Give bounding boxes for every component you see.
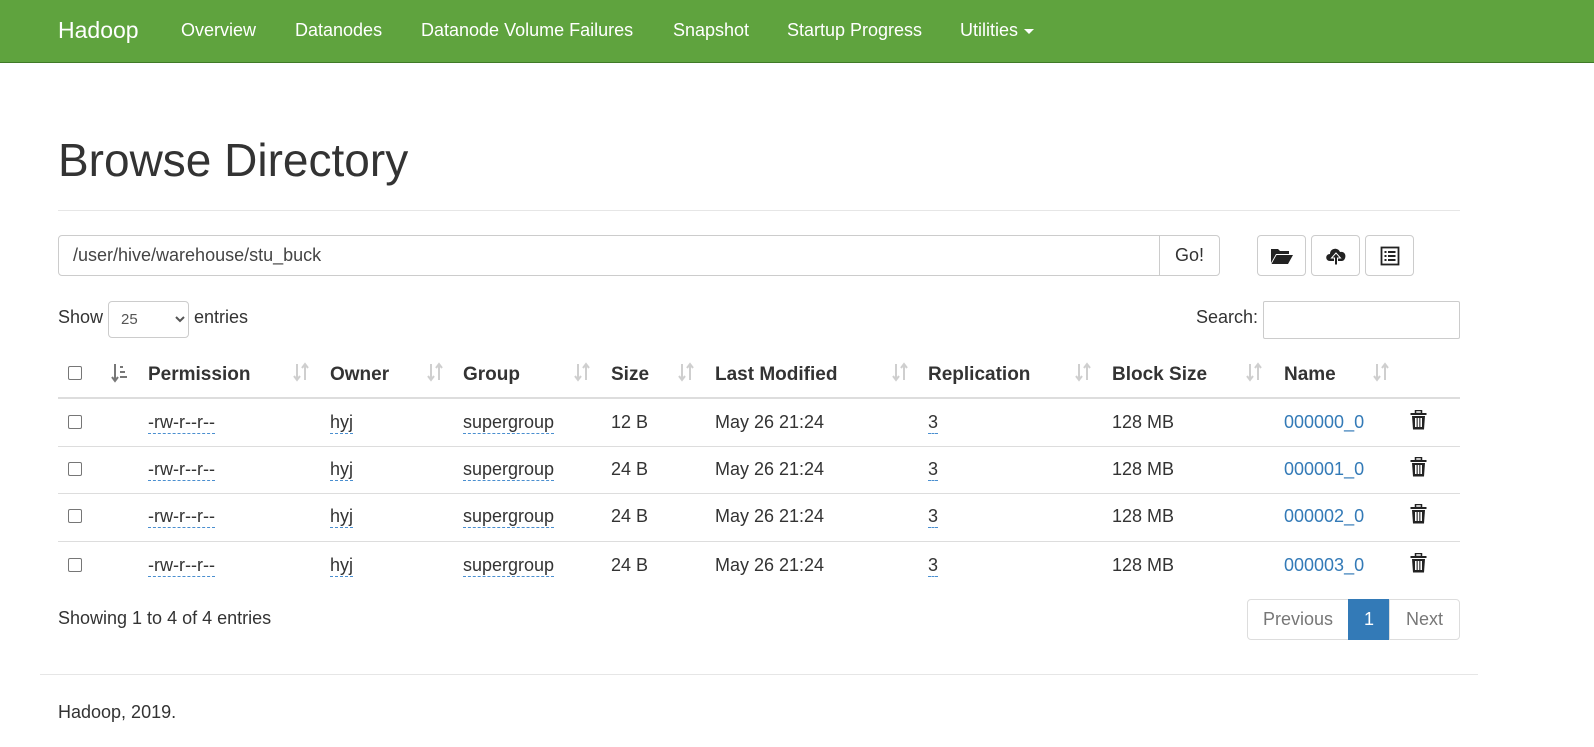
sort-both-icon[interactable] (678, 362, 694, 382)
search-input[interactable] (1263, 301, 1460, 339)
nav-utilities-dropdown[interactable]: Utilities (960, 20, 1035, 41)
cell-permission[interactable]: -rw-r--r-- (148, 412, 215, 434)
column-header-block-size[interactable]: Block Size (1112, 364, 1207, 386)
sort-both-icon[interactable] (427, 362, 443, 382)
cell-replication[interactable]: 3 (928, 506, 939, 528)
next-page-button[interactable]: Next (1389, 599, 1460, 640)
row-checkbox[interactable] (68, 558, 82, 572)
file-name-link[interactable]: 000003_0 (1284, 555, 1364, 576)
cell-replication[interactable]: 3 (928, 555, 939, 577)
trash-icon[interactable] (1410, 410, 1427, 430)
caret-down-icon (1024, 28, 1035, 34)
entries-per-page-select[interactable]: 25 (108, 301, 189, 338)
trash-icon[interactable] (1410, 457, 1427, 477)
cell-block-size: 128 MB (1112, 506, 1175, 526)
sort-both-icon[interactable] (293, 362, 309, 382)
previous-page-button[interactable]: Previous (1247, 599, 1349, 640)
cell-block-size: 128 MB (1112, 459, 1175, 479)
cell-permission[interactable]: -rw-r--r-- (148, 555, 215, 577)
row-divider (58, 541, 1460, 542)
trash-icon[interactable] (1410, 504, 1427, 524)
row-checkbox[interactable] (68, 509, 82, 523)
cell-owner[interactable]: hyj (330, 506, 354, 528)
directory-path-input[interactable] (58, 235, 1160, 276)
nav-utilities-label: Utilities (960, 20, 1019, 40)
file-name-link[interactable]: 000002_0 (1284, 506, 1364, 527)
cell-size: 12 B (611, 412, 649, 432)
footer-divider (40, 674, 1478, 675)
create-directory-button[interactable] (1257, 235, 1306, 276)
cell-last-modified: May 26 21:24 (715, 459, 825, 479)
cell-last-modified: May 26 21:24 (715, 506, 825, 526)
cell-permission[interactable]: -rw-r--r-- (148, 459, 215, 481)
folder-open-icon (1270, 248, 1293, 264)
table-header-divider (58, 397, 1460, 399)
sort-both-icon[interactable] (1373, 362, 1389, 382)
column-header-owner[interactable]: Owner (330, 364, 389, 386)
cell-group[interactable]: supergroup (463, 412, 555, 434)
select-all-checkbox[interactable] (68, 366, 82, 380)
entries-label: entries (194, 307, 249, 327)
nav-datanodes[interactable]: Datanodes (295, 20, 382, 41)
cell-owner[interactable]: hyj (330, 459, 354, 481)
column-header-permission[interactable]: Permission (148, 364, 250, 386)
title-divider (58, 210, 1460, 211)
sort-both-icon[interactable] (574, 362, 590, 382)
page-title: Browse Directory (58, 134, 409, 186)
row-divider (58, 493, 1460, 494)
cell-group[interactable]: supergroup (463, 506, 555, 528)
nav-overview[interactable]: Overview (181, 20, 256, 41)
sort-asc-icon[interactable] (111, 363, 129, 383)
show-label: Show (58, 307, 104, 327)
cell-last-modified: May 26 21:24 (715, 412, 825, 432)
cut-paste-button[interactable] (1365, 235, 1414, 276)
go-button[interactable]: Go! (1159, 235, 1220, 276)
column-header-size[interactable]: Size (611, 364, 649, 386)
list-alt-icon (1380, 246, 1399, 265)
sort-both-icon[interactable] (1246, 362, 1262, 382)
trash-icon[interactable] (1410, 553, 1427, 573)
cell-group[interactable]: supergroup (463, 555, 555, 577)
search-label: Search: (1196, 307, 1259, 327)
cell-owner[interactable]: hyj (330, 555, 354, 577)
cell-group[interactable]: supergroup (463, 459, 555, 481)
cell-permission[interactable]: -rw-r--r-- (148, 506, 215, 528)
cell-replication[interactable]: 3 (928, 459, 939, 481)
cell-size: 24 B (611, 506, 649, 526)
cell-size: 24 B (611, 555, 649, 575)
file-name-link[interactable]: 000000_0 (1284, 412, 1364, 433)
current-page-label: 1 (1363, 609, 1374, 629)
nav-startup-progress[interactable]: Startup Progress (787, 20, 922, 41)
cell-size: 24 B (611, 459, 649, 479)
column-header-last-modified[interactable]: Last Modified (715, 364, 837, 386)
cell-replication[interactable]: 3 (928, 412, 939, 434)
nav-datanode-volume-failures[interactable]: Datanode Volume Failures (421, 20, 633, 41)
column-header-group[interactable]: Group (463, 364, 520, 386)
sort-both-icon[interactable] (892, 362, 908, 382)
top-navbar: Hadoop Overview Datanodes Datanode Volum… (0, 0, 1594, 63)
column-header-name[interactable]: Name (1284, 364, 1336, 386)
footer-text: Hadoop, 2019. (58, 702, 177, 722)
row-checkbox[interactable] (68, 462, 82, 476)
previous-label: Previous (1262, 609, 1334, 629)
next-label: Next (1405, 609, 1443, 629)
row-divider (58, 446, 1460, 447)
cloud-upload-icon (1325, 248, 1345, 265)
cell-owner[interactable]: hyj (330, 412, 354, 434)
column-header-replication[interactable]: Replication (928, 364, 1030, 386)
navbar-brand[interactable]: Hadoop (58, 17, 139, 44)
file-name-link[interactable]: 000001_0 (1284, 459, 1364, 480)
cell-last-modified: May 26 21:24 (715, 555, 825, 575)
row-checkbox[interactable] (68, 415, 82, 429)
cell-block-size: 128 MB (1112, 412, 1175, 432)
page-1-button[interactable]: 1 (1348, 599, 1390, 640)
table-info: Showing 1 to 4 of 4 entries (58, 608, 272, 628)
cell-block-size: 128 MB (1112, 555, 1175, 575)
sort-both-icon[interactable] (1075, 362, 1091, 382)
upload-files-button[interactable] (1311, 235, 1360, 276)
nav-snapshot[interactable]: Snapshot (673, 20, 749, 41)
